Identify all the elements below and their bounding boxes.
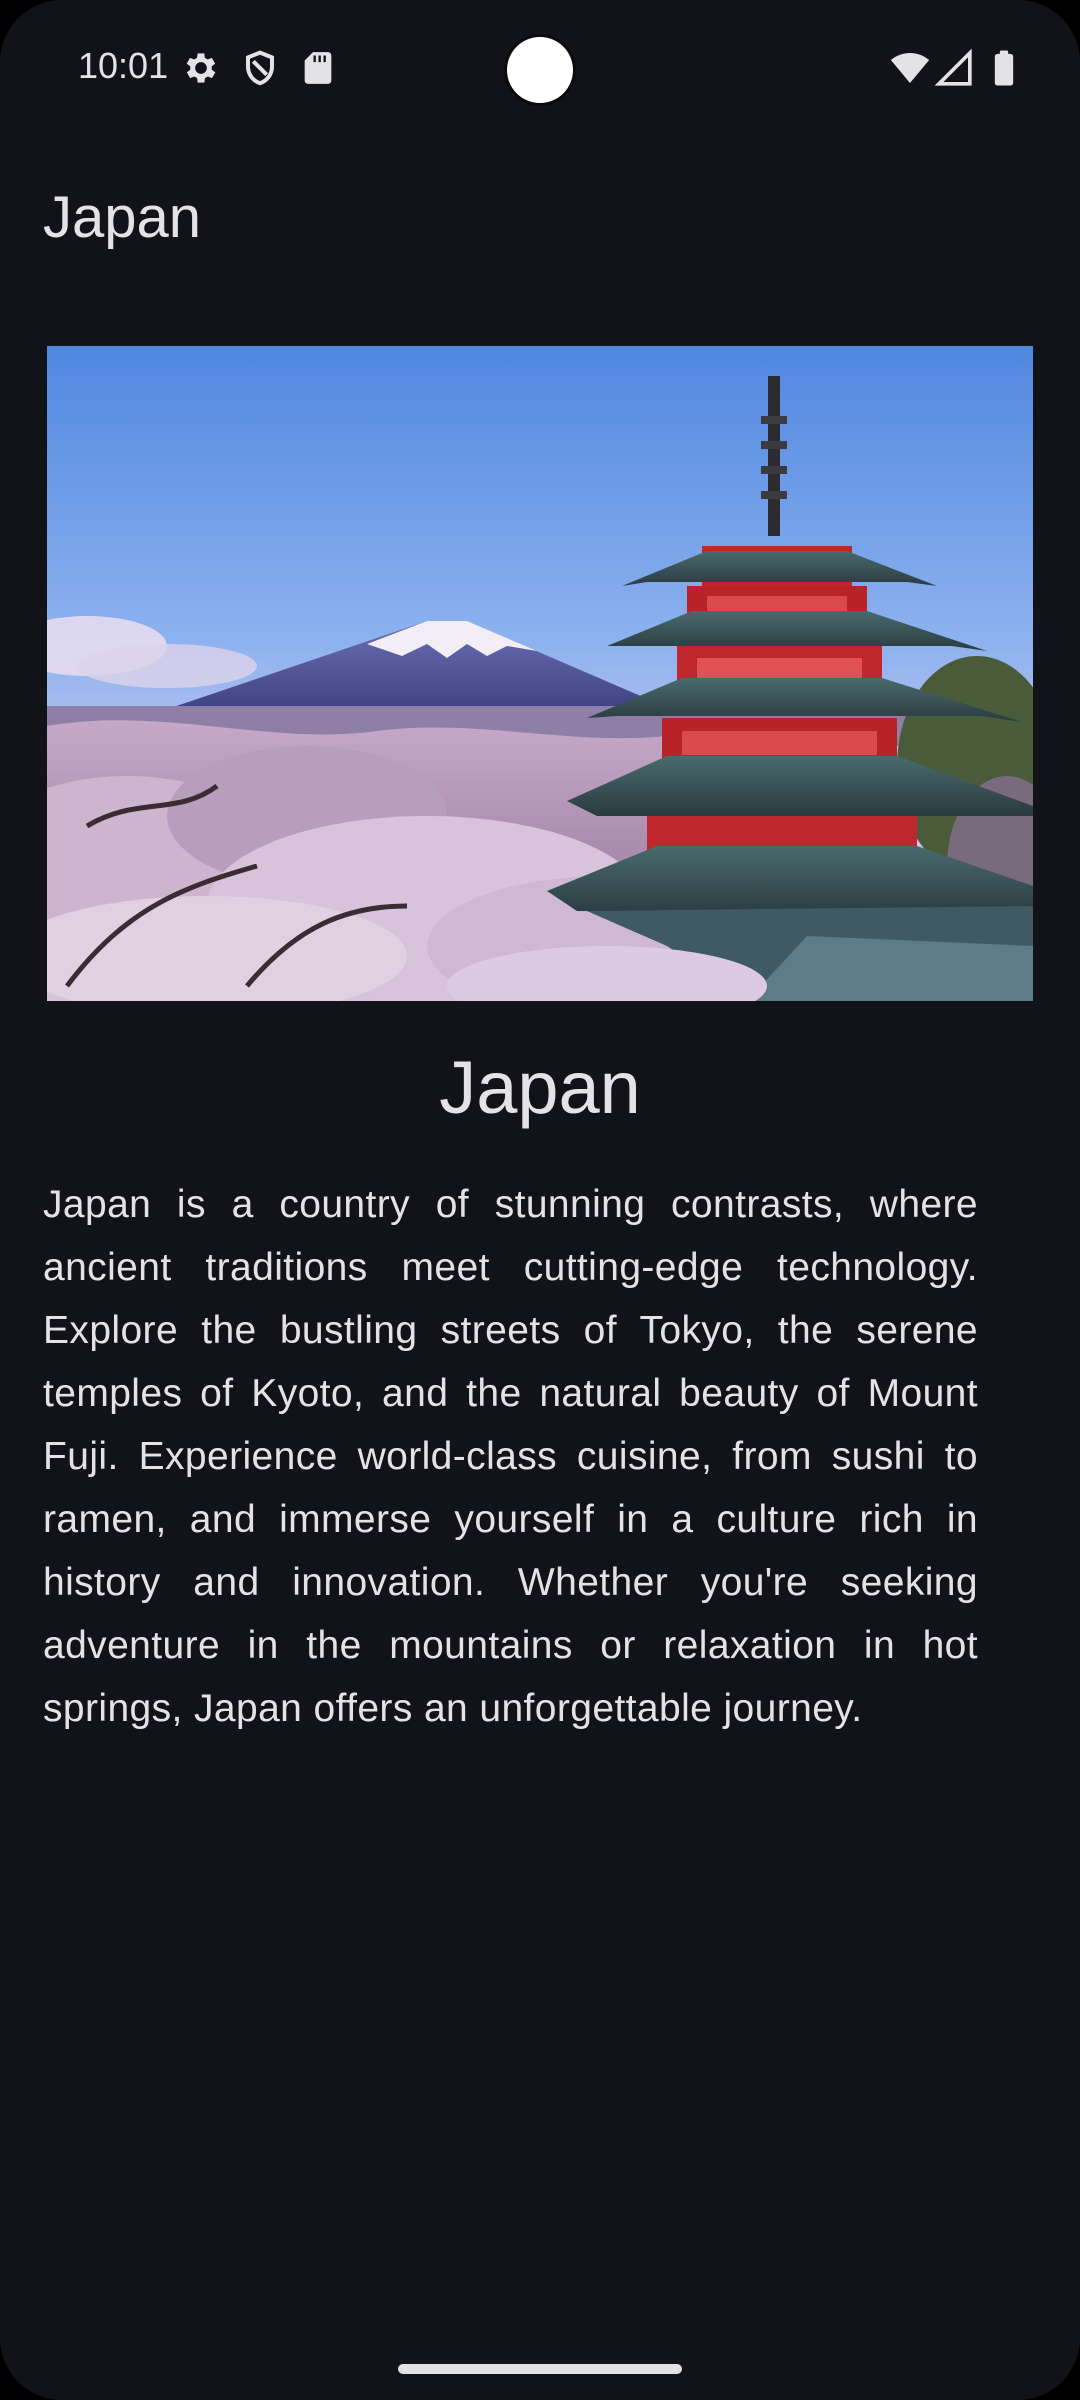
front-camera-cutout xyxy=(507,37,573,103)
gesture-navigation-handle[interactable] xyxy=(398,2364,682,2374)
settings-gear-icon xyxy=(181,48,221,88)
battery-icon xyxy=(984,48,1024,88)
wifi-icon xyxy=(888,48,932,88)
sd-card-icon xyxy=(298,48,338,88)
content-headline: Japan xyxy=(439,1046,641,1129)
content-description: Japan is a country of stunning contrasts… xyxy=(43,1183,978,1730)
phone-screen: 10:01 Japan Japan Japan is a country of … xyxy=(0,0,1080,2400)
shield-icon xyxy=(240,48,280,88)
pagoda-mount-fuji-cherry-blossoms-image xyxy=(47,346,1033,1001)
cellular-signal-icon xyxy=(934,48,974,88)
status-bar: 10:01 xyxy=(0,0,1080,136)
app-bar-title: Japan xyxy=(43,185,202,250)
status-time: 10:01 xyxy=(78,45,169,86)
